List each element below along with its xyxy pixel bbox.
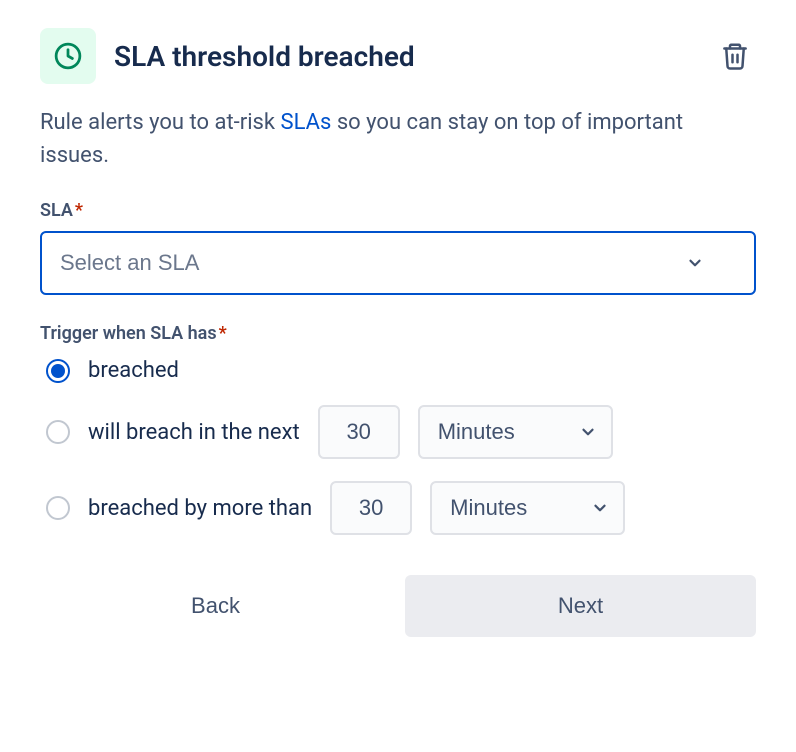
sla-field-label: SLA* (40, 200, 756, 221)
required-asterisk: * (219, 323, 227, 344)
trash-icon (720, 41, 750, 71)
radio-label-will-breach: will breach in the next (88, 420, 300, 445)
radio-breached-by[interactable] (46, 496, 70, 520)
delete-button[interactable] (714, 35, 756, 77)
clock-icon-badge (40, 28, 96, 84)
radio-row-breached-by: breached by more than Minutes (40, 481, 756, 535)
next-button[interactable]: Next (405, 575, 756, 637)
breached-by-value-input[interactable] (330, 481, 412, 535)
radio-row-will-breach: will breach in the next Minutes (40, 405, 756, 459)
will-breach-value-input[interactable] (318, 405, 400, 459)
desc-before: Rule alerts you to at-risk (40, 110, 281, 135)
clock-icon (53, 41, 83, 71)
slas-link[interactable]: SLAs (281, 110, 332, 135)
chevron-down-icon (686, 254, 704, 272)
will-breach-unit-select[interactable]: Minutes (418, 405, 613, 459)
sla-select-placeholder: Select an SLA (60, 250, 199, 276)
trigger-field-label: Trigger when SLA has* (40, 323, 756, 344)
page-title: SLA threshold breached (114, 40, 696, 73)
config-header: SLA threshold breached (40, 28, 756, 84)
chevron-down-icon (579, 423, 597, 441)
required-asterisk: * (75, 200, 83, 221)
trigger-label-text: Trigger when SLA has (40, 323, 217, 344)
footer-actions: Back Next (40, 575, 756, 637)
will-breach-unit-text: Minutes (438, 419, 515, 445)
radio-breached[interactable] (46, 359, 70, 383)
radio-will-breach[interactable] (46, 420, 70, 444)
radio-row-breached: breached (40, 358, 756, 383)
back-button[interactable]: Back (40, 575, 391, 637)
breached-by-unit-select[interactable]: Minutes (430, 481, 625, 535)
chevron-down-icon (591, 499, 609, 517)
breached-by-unit-text: Minutes (450, 495, 527, 521)
radio-label-breached: breached (88, 358, 179, 383)
sla-label-text: SLA (40, 200, 73, 221)
radio-label-breached-by: breached by more than (88, 496, 312, 521)
description-text: Rule alerts you to at-risk SLAs so you c… (40, 106, 756, 172)
sla-select[interactable]: Select an SLA (40, 231, 756, 295)
trigger-radio-group: breached will breach in the next Minutes… (40, 358, 756, 535)
